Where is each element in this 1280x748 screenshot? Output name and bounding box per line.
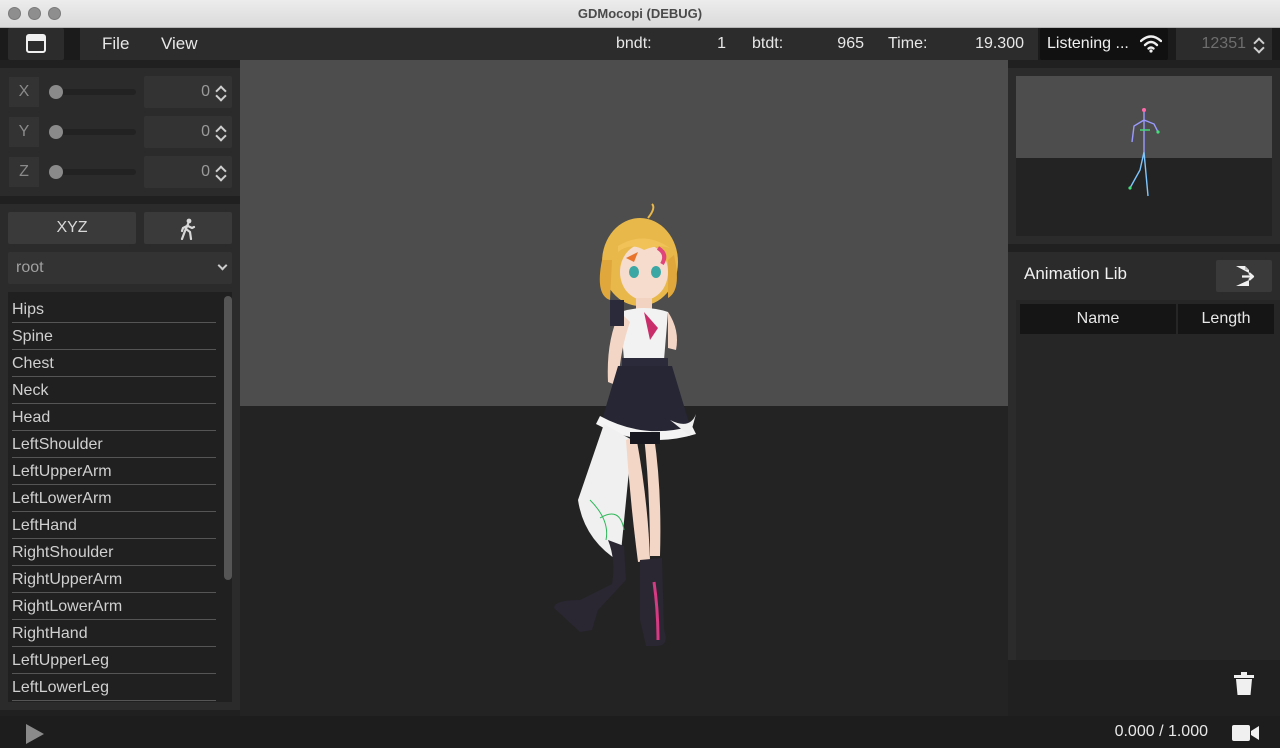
spinner-arrows-icon[interactable] — [216, 165, 226, 179]
listening-label: Listening ... — [1047, 35, 1129, 52]
x-value-input[interactable]: 0 — [144, 76, 232, 108]
bone-item[interactable]: LeftLowerArm — [12, 485, 216, 512]
bone-list-scrollbar[interactable] — [224, 296, 232, 580]
minimize-window-button[interactable] — [28, 7, 41, 20]
character-model — [554, 203, 696, 646]
btdt-value: 965 — [837, 35, 864, 52]
bones-panel: XYZ root Hips Spine Chest Neck Head Left… — [0, 204, 240, 710]
walk-icon — [180, 218, 196, 240]
z-value-input[interactable]: 0 — [144, 156, 232, 188]
window-title: GDMocopi (DEBUG) — [577, 6, 703, 21]
bone-item[interactable]: Chest — [12, 350, 216, 377]
x-axis-label: X — [9, 77, 39, 107]
port-input[interactable]: 12351 — [1176, 28, 1272, 60]
menu-file[interactable]: File — [102, 28, 129, 60]
animation-lib-panel: Animation Lib Name Length — [1008, 252, 1280, 660]
column-name[interactable]: Name — [1020, 304, 1176, 334]
z-slider-handle[interactable] — [49, 165, 63, 179]
y-slider-handle[interactable] — [49, 125, 63, 139]
transform-panel: X 0 Y 0 Z 0 — [0, 68, 240, 196]
z-axis-label: Z — [9, 157, 39, 187]
bone-item[interactable]: LeftHand — [12, 512, 216, 539]
animation-table: Name Length — [1016, 300, 1280, 660]
column-length[interactable]: Length — [1178, 304, 1274, 334]
zoom-window-button[interactable] — [48, 7, 61, 20]
bone-item[interactable]: RightLowerArm — [12, 593, 216, 620]
spinner-arrows-icon[interactable] — [1254, 37, 1264, 51]
play-icon[interactable] — [26, 724, 44, 744]
bone-select-value: root — [16, 259, 44, 276]
time-value: 19.300 — [975, 35, 1024, 52]
bone-item[interactable]: Head — [12, 404, 216, 431]
animation-lib-title: Animation Lib — [1024, 264, 1128, 283]
chevron-down-icon — [217, 260, 228, 271]
bone-select[interactable]: root — [8, 252, 232, 284]
bone-item[interactable]: Neck — [12, 377, 216, 404]
spinner-arrows-icon[interactable] — [216, 85, 226, 99]
xyz-tab-button[interactable]: XYZ — [8, 212, 136, 244]
menu-bar: File View bndt: 1 btdt: 965 Time: 19.300… — [0, 28, 1280, 60]
bndt-value: 1 — [717, 35, 726, 52]
export-button[interactable] — [1216, 260, 1272, 292]
bone-item[interactable]: RightShoulder — [12, 539, 216, 566]
time-label: Time: — [888, 35, 928, 52]
btdt-label: btdt: — [752, 35, 784, 52]
bone-list: Hips Spine Chest Neck Head LeftShoulder … — [8, 292, 232, 702]
bone-item[interactable]: RightHand — [12, 620, 216, 647]
y-axis-label: Y — [9, 117, 39, 147]
bone-item[interactable]: LeftUpperLeg — [12, 647, 216, 674]
bone-item[interactable]: Hips — [12, 296, 216, 323]
y-value-input[interactable]: 0 — [144, 116, 232, 148]
x-slider-handle[interactable] — [49, 85, 63, 99]
playback-bar: 0.000 / 1.000 — [0, 716, 1280, 748]
y-value: 0 — [201, 123, 210, 140]
bone-item[interactable]: LeftUpperArm — [12, 458, 216, 485]
z-value: 0 — [201, 163, 210, 180]
delete-button[interactable] — [1226, 666, 1262, 702]
skeleton-preview-panel — [1008, 68, 1280, 244]
skeleton-preview — [1128, 108, 1160, 197]
video-camera-icon[interactable] — [1232, 724, 1260, 742]
bone-item[interactable]: Spine — [12, 323, 216, 350]
export-icon — [1236, 266, 1255, 286]
window-icon — [26, 34, 46, 53]
spinner-arrows-icon[interactable] — [216, 125, 226, 139]
bone-item[interactable]: LeftLowerLeg — [12, 674, 216, 701]
title-bar: GDMocopi (DEBUG) — [0, 0, 1280, 28]
x-value: 0 — [201, 83, 210, 100]
listening-button[interactable]: Listening ... — [1040, 28, 1168, 60]
bone-item[interactable]: LeftShoulder — [12, 431, 216, 458]
playback-time: 0.000 / 1.000 — [1114, 723, 1208, 740]
bone-item[interactable]: RightUpperArm — [12, 566, 216, 593]
port-value: 12351 — [1201, 35, 1247, 52]
bndt-label: bndt: — [616, 35, 652, 52]
wifi-icon — [1140, 35, 1162, 53]
pose-tab-button[interactable] — [144, 212, 232, 244]
trash-icon — [1234, 672, 1254, 695]
close-window-button[interactable] — [8, 7, 21, 20]
window-toggle-button[interactable] — [8, 28, 64, 60]
menu-view[interactable]: View — [161, 28, 198, 60]
